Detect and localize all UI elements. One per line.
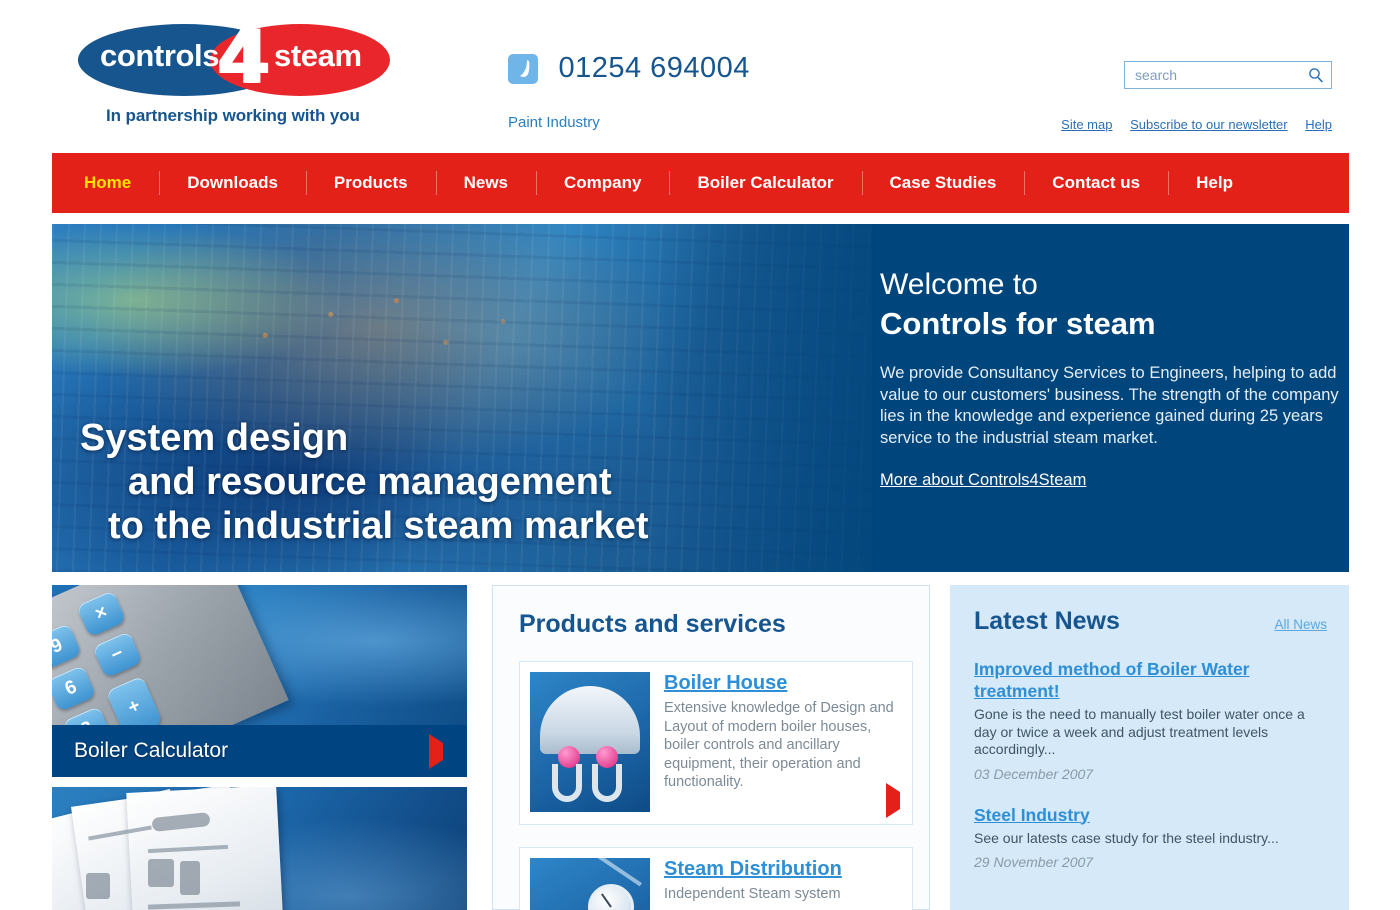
- nav-item-help[interactable]: Help: [1168, 170, 1261, 196]
- nav-item-downloads[interactable]: Downloads: [159, 170, 306, 196]
- play-arrow-icon[interactable]: [886, 783, 900, 818]
- promo-column: 9 × 6 − 3 + = Boiler Calculator: [52, 585, 467, 910]
- product-description: Extensive knowledge of Design and Layout…: [664, 700, 894, 790]
- calculator-graphic: 9 × 6 − 3 + =: [52, 585, 289, 725]
- all-news-link[interactable]: All News: [1274, 617, 1327, 632]
- hero-body-text: We provide Consultancy Services to Engin…: [880, 364, 1339, 447]
- products-panel-title: Products and services: [519, 610, 786, 638]
- link-site-map[interactable]: Site map: [1061, 117, 1112, 132]
- promo-boiler-calculator[interactable]: 9 × 6 − 3 + = Boiler Calculator: [52, 585, 467, 777]
- link-help[interactable]: Help: [1305, 117, 1332, 132]
- news-item-title-link[interactable]: Steel Industry: [974, 804, 1090, 826]
- news-header: Latest News All News: [974, 607, 1327, 636]
- boiler-house-thumbnail: [530, 672, 650, 812]
- boiler-calculator-photo: 9 × 6 − 3 + =: [52, 585, 467, 725]
- news-panel-title: Latest News: [974, 607, 1120, 635]
- nav-item-boiler-calculator[interactable]: Boiler Calculator: [669, 170, 861, 196]
- utility-links: Site map Subscribe to our newsletter Hel…: [1047, 117, 1332, 132]
- link-subscribe-newsletter[interactable]: Subscribe to our newsletter: [1130, 117, 1288, 132]
- product-card-body: Boiler House Extensive knowledge of Desi…: [664, 672, 902, 812]
- product-title-link[interactable]: Steam Distribution: [664, 858, 842, 881]
- hero-headline-line-2: and resource management: [128, 461, 612, 503]
- logo-right-text: steam: [274, 38, 362, 73]
- news-item-date: 29 November 2007: [974, 854, 1094, 870]
- nav-item-products[interactable]: Products: [305, 170, 436, 196]
- product-title-link[interactable]: Boiler House: [664, 672, 787, 695]
- phone-icon: [508, 53, 538, 84]
- hero-title: Controls for steam: [880, 306, 1156, 341]
- hero-welcome-text: Welcome to: [880, 268, 1038, 301]
- logo-mark: controls 4 steam: [78, 15, 390, 101]
- hero-welcome-panel: Welcome to Controls for steam We provide…: [880, 266, 1340, 490]
- nav-item-case-studies[interactable]: Case Studies: [861, 170, 1025, 196]
- phone-block: 01254 694004: [508, 52, 750, 85]
- hero-headline: System design and resource management to…: [80, 416, 649, 548]
- site-logo[interactable]: controls 4 steam In partnership working …: [78, 15, 398, 125]
- hero-headline-line-1: System design: [80, 417, 349, 459]
- phone-number: 01254 694004: [558, 52, 750, 84]
- hero-more-link[interactable]: More about Controls4Steam: [880, 471, 1086, 490]
- nav-item-contact-us[interactable]: Contact us: [1024, 170, 1168, 196]
- promo-label-bar: Boiler Calculator: [52, 725, 467, 777]
- lower-section: 9 × 6 − 3 + = Boiler Calculator: [52, 585, 1349, 910]
- search-icon[interactable]: [1308, 67, 1324, 84]
- nav-item-home[interactable]: Home: [52, 170, 159, 196]
- logo-left-text: controls: [100, 38, 220, 73]
- products-and-services-panel: Products and services Boiler House Exten…: [492, 585, 930, 910]
- news-item[interactable]: Steel Industry See our latests case stud…: [974, 804, 1325, 871]
- news-item-date: 03 December 2007: [974, 765, 1094, 782]
- steam-distribution-thumbnail: [530, 858, 650, 910]
- technical-drawings-photo: [52, 787, 467, 910]
- main-navigation: Home Downloads Products News Company Boi…: [52, 153, 1349, 213]
- promo-technical-drawings[interactable]: [52, 787, 467, 910]
- search-box[interactable]: [1124, 61, 1332, 89]
- page-root: controls 4 steam In partnership working …: [0, 0, 1400, 910]
- news-item-summary: Gone is the need to manually test boiler…: [974, 706, 1305, 757]
- hero-banner: System design and resource management to…: [52, 224, 1349, 572]
- news-item[interactable]: Improved method of Boiler Water treatmen…: [974, 658, 1325, 782]
- latest-news-panel: Latest News All News Improved method of …: [950, 585, 1349, 910]
- play-arrow-icon[interactable]: [429, 734, 443, 769]
- product-card-boiler-house[interactable]: Boiler House Extensive knowledge of Desi…: [519, 661, 913, 825]
- product-card-steam-distribution[interactable]: Steam Distribution Independent Steam sys…: [519, 847, 913, 910]
- news-item-title-link[interactable]: Improved method of Boiler Water treatmen…: [974, 658, 1325, 702]
- sector-label: Paint Industry: [508, 114, 600, 131]
- product-description: Independent Steam system: [664, 886, 841, 902]
- nav-item-news[interactable]: News: [435, 170, 536, 196]
- promo-label-text: Boiler Calculator: [74, 739, 229, 762]
- nav-item-company[interactable]: Company: [536, 170, 669, 196]
- news-item-summary: See our latests case study for the steel…: [974, 829, 1279, 846]
- hero-headline-line-3: to the industrial steam market: [108, 505, 649, 547]
- logo-numeral-four: 4: [218, 15, 270, 101]
- logo-tagline: In partnership working with you: [106, 106, 360, 125]
- site-header: controls 4 steam In partnership working …: [0, 0, 1400, 145]
- product-card-body: Steam Distribution Independent Steam sys…: [664, 858, 902, 910]
- search-input[interactable]: [1133, 62, 1301, 88]
